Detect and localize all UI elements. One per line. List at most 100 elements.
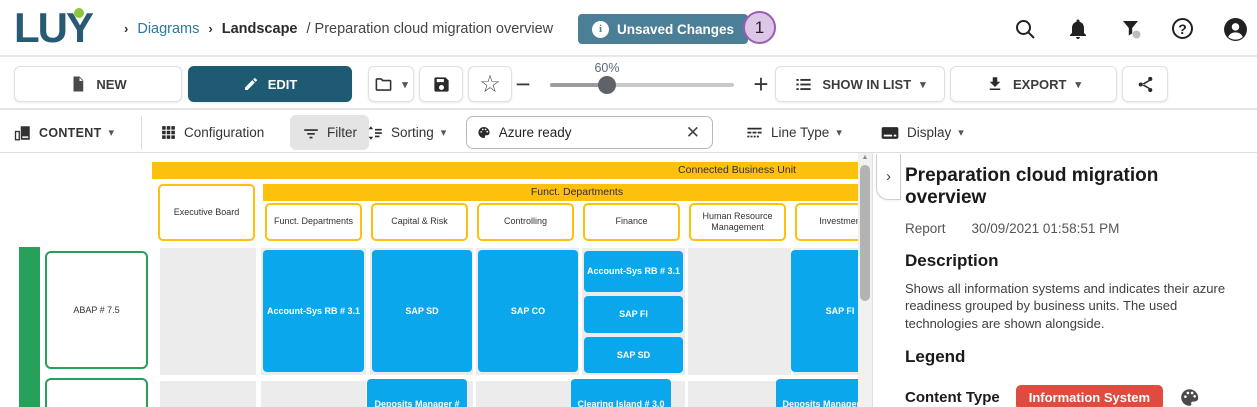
panel-collapse-button[interactable]: › <box>876 154 901 200</box>
connected-business-unit-label: Connected Business Unit <box>678 164 796 176</box>
scrollbar-thumb[interactable] <box>860 165 870 301</box>
account-avatar-icon[interactable] <box>1223 17 1247 41</box>
scroll-up-icon[interactable]: ▲ <box>858 154 872 161</box>
top-bar: LUY › Diagrams › Landscape / Preparation… <box>0 0 1257 57</box>
column-header-human-resource-management[interactable]: Human Resource Management <box>689 203 786 241</box>
sort-icon <box>366 124 384 142</box>
unsaved-changes-label: Unsaved Changes <box>617 22 734 37</box>
zoom-control: − 60% + <box>508 59 776 110</box>
filter-label: Filter <box>327 125 357 140</box>
info-system-box-sap-co[interactable]: SAP CO <box>478 250 578 372</box>
zoom-percentage: 60% <box>594 61 619 75</box>
diagram-scrollbar[interactable]: ▲ <box>858 153 872 407</box>
logo-green-dot-icon <box>74 8 84 18</box>
help-icon[interactable]: ? <box>1172 17 1196 41</box>
funct-departments-band-label: Funct. Departments <box>531 186 623 198</box>
chevron-down-icon: ▾ <box>109 126 115 139</box>
search-icon[interactable] <box>1013 17 1037 41</box>
line-type-icon <box>745 123 764 142</box>
coloring-filter-input[interactable] <box>499 125 676 140</box>
info-system-box-deposits-manager[interactable]: Deposits Manager # 2.0 <box>367 379 467 407</box>
show-in-list-button[interactable]: SHOW IN LIST ▾ <box>775 66 945 102</box>
grid-cell <box>261 381 366 407</box>
new-button[interactable]: NEW <box>14 66 182 102</box>
step-counter-badge: 1 <box>743 11 776 44</box>
unsaved-changes-badge[interactable]: i Unsaved Changes <box>578 14 748 44</box>
filter-lines-icon <box>302 124 320 142</box>
edit-button-label: EDIT <box>268 77 298 92</box>
column-header-funct-departments[interactable]: Funct. Departments <box>265 203 362 241</box>
info-system-box-sap-sd[interactable]: SAP SD <box>584 337 683 373</box>
palette-icon[interactable] <box>1179 387 1200 407</box>
info-system-box-account-sys[interactable]: Account-Sys RB # 3.1 <box>584 251 683 292</box>
legend-content-type-row: Content Type Information System <box>905 385 1237 407</box>
new-file-icon <box>69 75 87 93</box>
save-floppy-icon <box>432 75 451 94</box>
display-menu[interactable]: Display ▾ <box>880 112 964 153</box>
technology-box[interactable] <box>45 378 148 407</box>
details-panel: › Preparation cloud migration overview R… <box>872 153 1257 407</box>
grid-icon <box>160 124 177 141</box>
breadcrumb-landscape-link[interactable]: Landscape <box>222 21 298 37</box>
view-options-toolbar: CONTENT ▾ Configuration Filter Sorting ▾… <box>0 112 1257 153</box>
breadcrumb: › Diagrams › Landscape / Preparation clo… <box>124 0 553 57</box>
luy-logo[interactable]: LUY <box>14 4 92 52</box>
grid-cell <box>476 381 579 407</box>
folder-icon <box>374 75 393 94</box>
column-header-finance[interactable]: Finance <box>583 203 680 241</box>
column-header-capital-risk[interactable]: Capital & Risk <box>371 203 468 241</box>
grid-cell <box>160 248 256 375</box>
grid-cell <box>688 248 791 375</box>
folder-menu-button[interactable]: ▾ <box>368 66 414 102</box>
notifications-bell-icon[interactable] <box>1066 17 1090 41</box>
column-header-controlling[interactable]: Controlling <box>477 203 574 241</box>
breadcrumb-page-title: / Preparation cloud migration overview <box>306 21 553 37</box>
content-type-badge[interactable]: Information System <box>1016 385 1163 407</box>
export-button[interactable]: EXPORT ▾ <box>950 66 1117 102</box>
connected-business-unit-band[interactable]: Connected Business Unit <box>152 162 858 179</box>
info-system-box-sap-fi[interactable]: SAP FI <box>584 296 683 333</box>
edit-button[interactable]: EDIT <box>188 66 352 102</box>
main-toolbar: NEW EDIT ▾ ☆ − 60% + SHOW IN LIST <box>0 59 1257 110</box>
luy-app-window: LUY › Diagrams › Landscape / Preparation… <box>0 0 1257 407</box>
share-button[interactable] <box>1122 66 1168 102</box>
column-header-executive-board[interactable]: Executive Board <box>158 184 255 241</box>
coloring-filter-field[interactable]: ✕ <box>466 116 713 149</box>
line-type-menu[interactable]: Line Type ▾ <box>745 112 842 153</box>
chevron-right-icon: › <box>886 168 891 185</box>
filter-button-active[interactable]: Filter <box>290 115 369 150</box>
favorite-star-button[interactable]: ☆ <box>468 66 512 102</box>
zoom-slider[interactable]: 60% <box>550 83 734 87</box>
line-type-label: Line Type <box>771 125 829 140</box>
chevron-down-icon: ▾ <box>1075 78 1081 91</box>
main-area: Connected Business Unit Funct. Departmen… <box>0 153 1257 407</box>
star-icon: ☆ <box>479 70 501 99</box>
description-heading: Description <box>905 251 1237 271</box>
configuration-button[interactable]: Configuration <box>160 112 264 153</box>
zoom-out-button[interactable]: − <box>508 69 538 100</box>
landscape-diagram-canvas[interactable]: Connected Business Unit Funct. Departmen… <box>0 153 872 407</box>
breadcrumb-chevron-icon: › <box>208 21 212 36</box>
zoom-slider-thumb[interactable] <box>598 76 616 94</box>
zoom-in-button[interactable]: + <box>746 69 776 100</box>
configuration-label: Configuration <box>184 125 264 140</box>
export-label: EXPORT <box>1013 77 1066 92</box>
info-system-box-clearing-island[interactable]: Clearing Island # 3.0 <box>571 379 671 407</box>
funct-departments-band[interactable]: Funct. Departments <box>263 184 858 201</box>
info-system-box-sap-sd[interactable]: SAP SD <box>372 250 472 372</box>
breadcrumb-diagrams-link[interactable]: Diagrams <box>137 21 199 37</box>
chevron-down-icon: ▾ <box>836 126 842 139</box>
save-button[interactable] <box>419 66 463 102</box>
content-menu[interactable]: CONTENT ▾ <box>14 112 114 153</box>
sorting-menu[interactable]: Sorting ▾ <box>366 112 446 153</box>
download-icon <box>986 75 1004 93</box>
chevron-down-icon: ▾ <box>402 78 408 91</box>
chevron-down-icon: ▾ <box>441 126 447 139</box>
description-text: Shows all information systems and indica… <box>905 280 1227 333</box>
technology-lane-bar <box>19 247 40 407</box>
panel-meta: Report 30/09/2021 01:58:51 PM <box>905 221 1237 236</box>
info-system-box-account-sys[interactable]: Account-Sys RB # 3.1 <box>263 250 364 372</box>
clear-filter-icon[interactable]: ✕ <box>684 123 702 143</box>
filter-funnel-icon[interactable] <box>1119 17 1143 41</box>
technology-box-abap[interactable]: ABAP # 7.5 <box>45 251 148 369</box>
